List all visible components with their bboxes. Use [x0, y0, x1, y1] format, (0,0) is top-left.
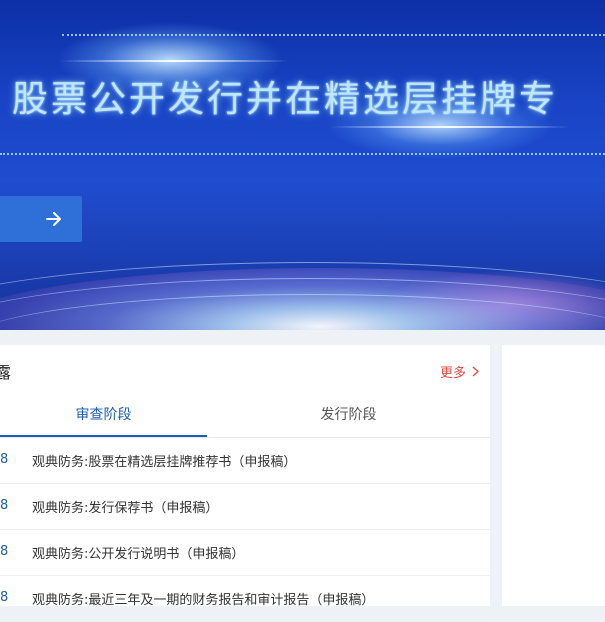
list-item[interactable]: -28 观典防务:发行保荐书（申报稿）: [0, 483, 490, 530]
disclosure-card: 露 更多 审查阶段 发行阶段 -28 观典防务:股票在精选层挂牌推荐书（申报稿）…: [0, 345, 490, 622]
list-item[interactable]: -28 观典防务:公开发行说明书（申报稿）: [0, 529, 490, 576]
banner-title: 股票公开发行并在精选层挂牌专: [12, 79, 559, 120]
light-streak: [60, 60, 290, 62]
side-panel: [502, 345, 605, 606]
item-title[interactable]: 观典防务:公开发行说明书（申报稿）: [32, 543, 244, 562]
dotted-line-bottom: [0, 153, 605, 155]
card-title: 露: [0, 363, 12, 382]
arrow-right-icon: [46, 212, 61, 226]
item-date: -28: [0, 498, 9, 513]
item-title[interactable]: 观典防务:发行保荐书（申报稿）: [32, 497, 218, 516]
chevron-right-icon: [472, 366, 479, 377]
dotted-line-top: [62, 34, 605, 36]
item-title[interactable]: 观典防务:股票在精选层挂牌推荐书（申报稿）: [32, 451, 296, 470]
more-link[interactable]: 更多: [440, 362, 479, 381]
item-date: -28: [0, 452, 9, 467]
item-date: -28: [0, 590, 9, 605]
item-date: -28: [0, 544, 9, 559]
banner-arrow-button[interactable]: [0, 196, 82, 242]
item-title[interactable]: 观典防务:最近三年及一期的财务报告和审计报告（申报稿）: [32, 589, 374, 608]
list-item[interactable]: -28 观典防务:股票在精选层挂牌推荐书（申报稿）: [0, 437, 490, 484]
more-label: 更多: [440, 366, 467, 381]
tab-issuance-stage[interactable]: 发行阶段: [207, 395, 490, 437]
tab-review-stage[interactable]: 审查阶段: [0, 395, 207, 437]
hero-banner: 股票公开发行并在精选层挂牌专: [0, 0, 605, 330]
card-header: 露 更多: [0, 345, 490, 395]
list-item[interactable]: -28 观典防务:最近三年及一期的财务报告和审计报告（申报稿）: [0, 575, 490, 622]
light-streak: [330, 126, 570, 128]
stage-tabs: 审查阶段 发行阶段: [0, 395, 490, 438]
